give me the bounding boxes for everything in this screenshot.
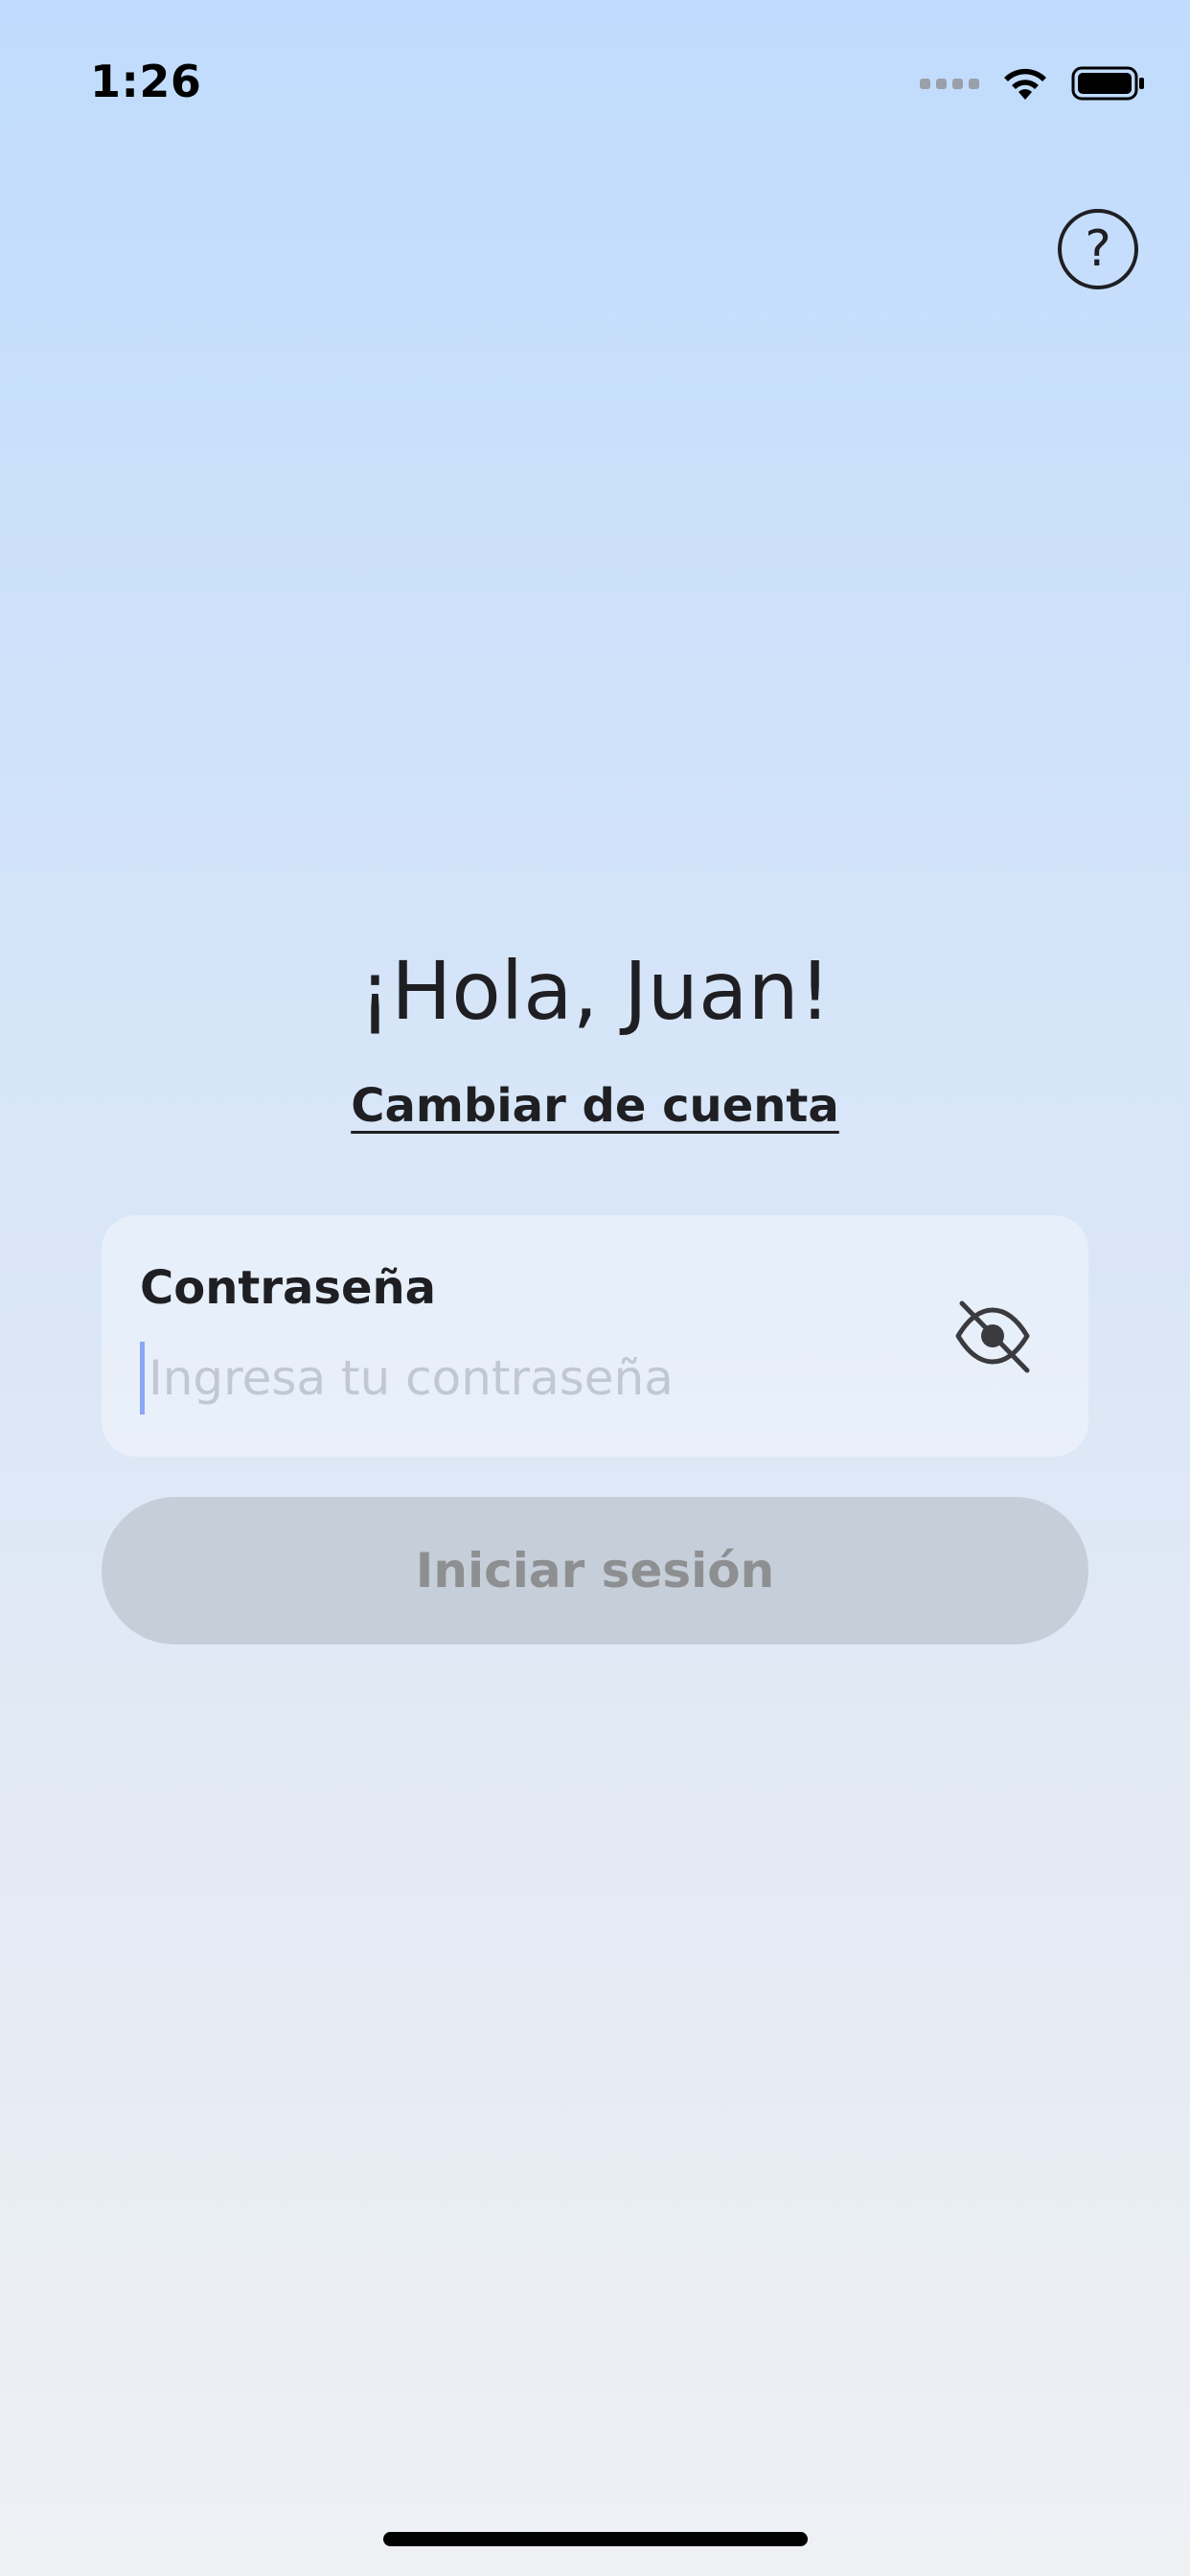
- switch-account-container: Cambiar de cuenta: [0, 1079, 1190, 1133]
- password-label: Contraseña: [140, 1261, 437, 1315]
- switch-account-link[interactable]: Cambiar de cuenta: [351, 1079, 839, 1133]
- question-mark-icon: ?: [1085, 220, 1111, 278]
- status-bar: 1:26: [0, 0, 1190, 153]
- home-indicator: [383, 2532, 808, 2546]
- password-field-card[interactable]: Contraseña: [102, 1215, 1088, 1457]
- status-icons: [920, 65, 1146, 102]
- eye-off-icon: [955, 1300, 1030, 1373]
- password-input[interactable]: [140, 1342, 934, 1414]
- login-button[interactable]: Iniciar sesión: [102, 1497, 1088, 1644]
- status-time: 1:26: [90, 56, 202, 107]
- password-visibility-toggle[interactable]: [945, 1288, 1041, 1384]
- wifi-icon: [1004, 68, 1046, 100]
- help-button[interactable]: ?: [1058, 209, 1138, 289]
- greeting-title: ¡Hola, Juan!: [358, 944, 832, 1038]
- battery-icon: [1071, 66, 1144, 101]
- signal-dots-icon: [920, 78, 979, 89]
